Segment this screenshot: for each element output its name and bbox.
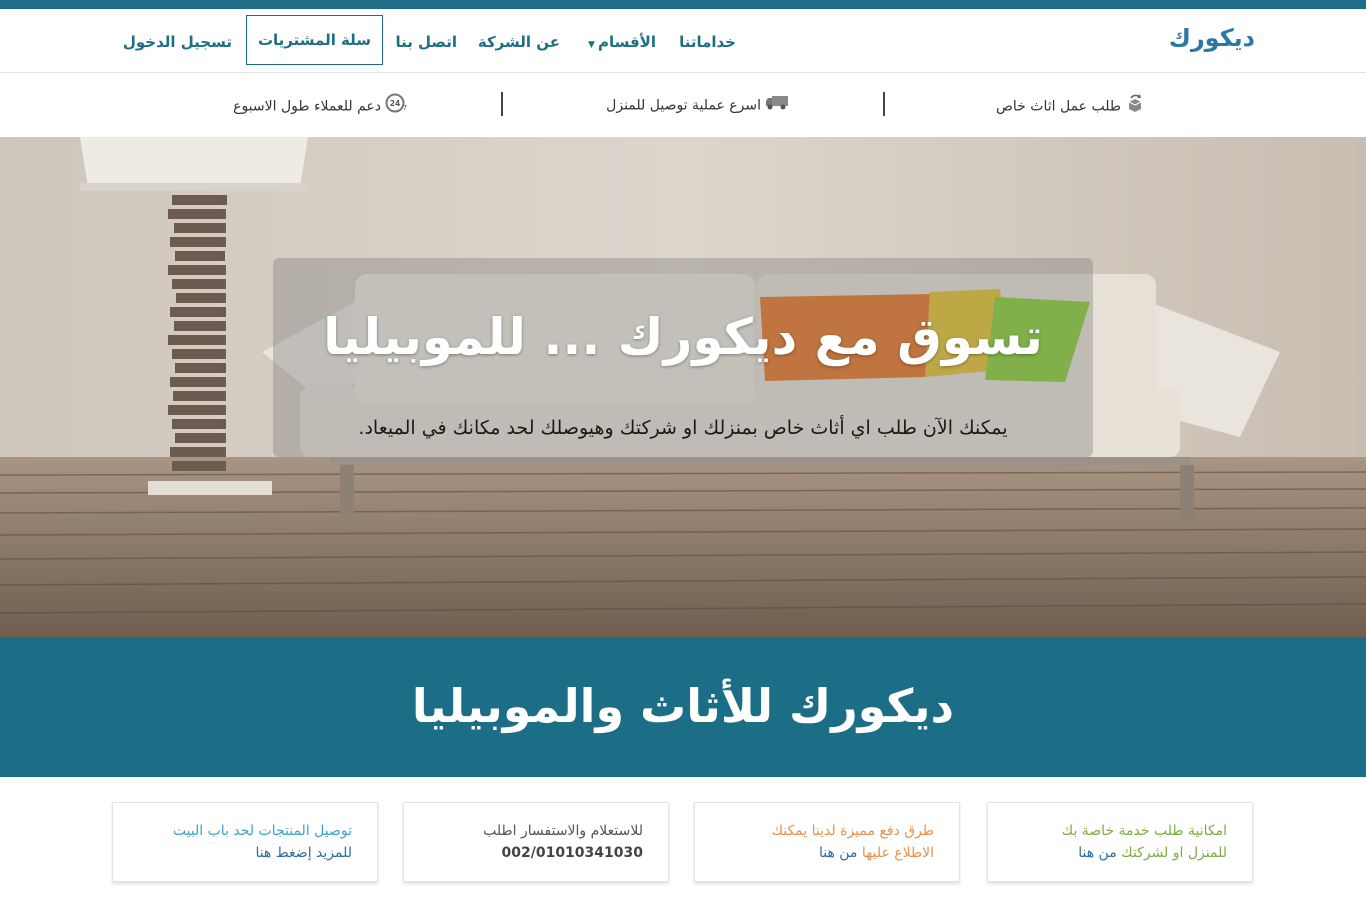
hero-title: تسوق مع ديكورك ... للموبيليا (323, 308, 1043, 366)
truck-icon (765, 93, 789, 118)
card-line2: الاطلاع عليها من هنا (818, 845, 934, 861)
nav-about[interactable]: عن الشركة (478, 17, 560, 67)
feature-divider (501, 92, 503, 116)
nav-login[interactable]: تسجيل الدخول (123, 17, 232, 67)
refresh-box-icon (1125, 93, 1145, 120)
feature-divider (883, 92, 885, 116)
navbar: ديكورك خداماتنا الأقسام▼ عن الشركة اتصل … (0, 9, 1366, 73)
top-accent-strip (0, 0, 1366, 9)
info-card-inquiry[interactable]: للاستعلام والاستفسار اطلب 002/0101034103… (403, 802, 669, 882)
card-line1: امكانية طلب خدمة خاصة بك (1061, 823, 1227, 839)
hero-caption-box: تسوق مع ديكورك ... للموبيليا يمكنك الآن … (273, 258, 1093, 457)
info-card-payment[interactable]: طرق دفع مميزة لدينا يمكنك الاطلاع عليها … (694, 802, 960, 882)
card-line1: طرق دفع مميزة لدينا يمكنك (771, 823, 934, 839)
card-line2: للمنزل او لشركتك من هنا (1078, 845, 1227, 861)
card-link[interactable]: من هنا (819, 845, 857, 861)
brand-band: ديكورك للأثاث والموبيليا (0, 637, 1366, 777)
card-link[interactable]: للمزيد إضغط هنا (113, 842, 352, 864)
nav-categories[interactable]: الأقسام▼ (588, 17, 656, 67)
info-card-custom-service[interactable]: امكانية طلب خدمة خاصة بك للمنزل او لشركت… (987, 802, 1253, 882)
feature-support: 24 7 دعم للعملاء طول الاسبوع (233, 93, 407, 115)
nav-contact[interactable]: اتصل بنا (395, 17, 457, 67)
svg-text:7: 7 (403, 104, 407, 112)
info-card-delivery[interactable]: توصيل المنتجات لحد باب البيت للمزيد إضغط… (112, 802, 378, 882)
feature-fast-delivery: اسرع عملية توصيل للمنزل (606, 93, 789, 115)
band-title: ديكورك للأثاث والموبيليا (411, 679, 955, 733)
card-phone[interactable]: 002/01010341030 (404, 842, 644, 864)
nav-cart-button[interactable]: سلة المشتريات (246, 15, 383, 65)
card-line1: توصيل المنتجات لحد باب البيت (172, 823, 352, 839)
hero-banner: تسوق مع ديكورك ... للموبيليا يمكنك الآن … (0, 137, 1366, 637)
svg-text:24: 24 (390, 99, 400, 108)
feature-custom-furniture: طلب عمل اثاث خاص (996, 93, 1145, 115)
card-line1: للاستعلام والاستفسار اطلب (483, 823, 643, 839)
brand-logo[interactable]: ديكورك (1169, 21, 1255, 55)
features-bar: طلب عمل اثاث خاص اسرع عملية توصيل للمنزل… (0, 73, 1366, 136)
hero-subtitle: يمكنك الآن طلب اي أثاث خاص بمنزلك او شرك… (358, 417, 1008, 439)
nav-services[interactable]: خداماتنا (679, 17, 736, 67)
support-24-7-icon: 24 7 (385, 93, 407, 120)
card-link[interactable]: من هنا (1078, 845, 1116, 861)
caret-down-icon: ▼ (588, 40, 595, 50)
